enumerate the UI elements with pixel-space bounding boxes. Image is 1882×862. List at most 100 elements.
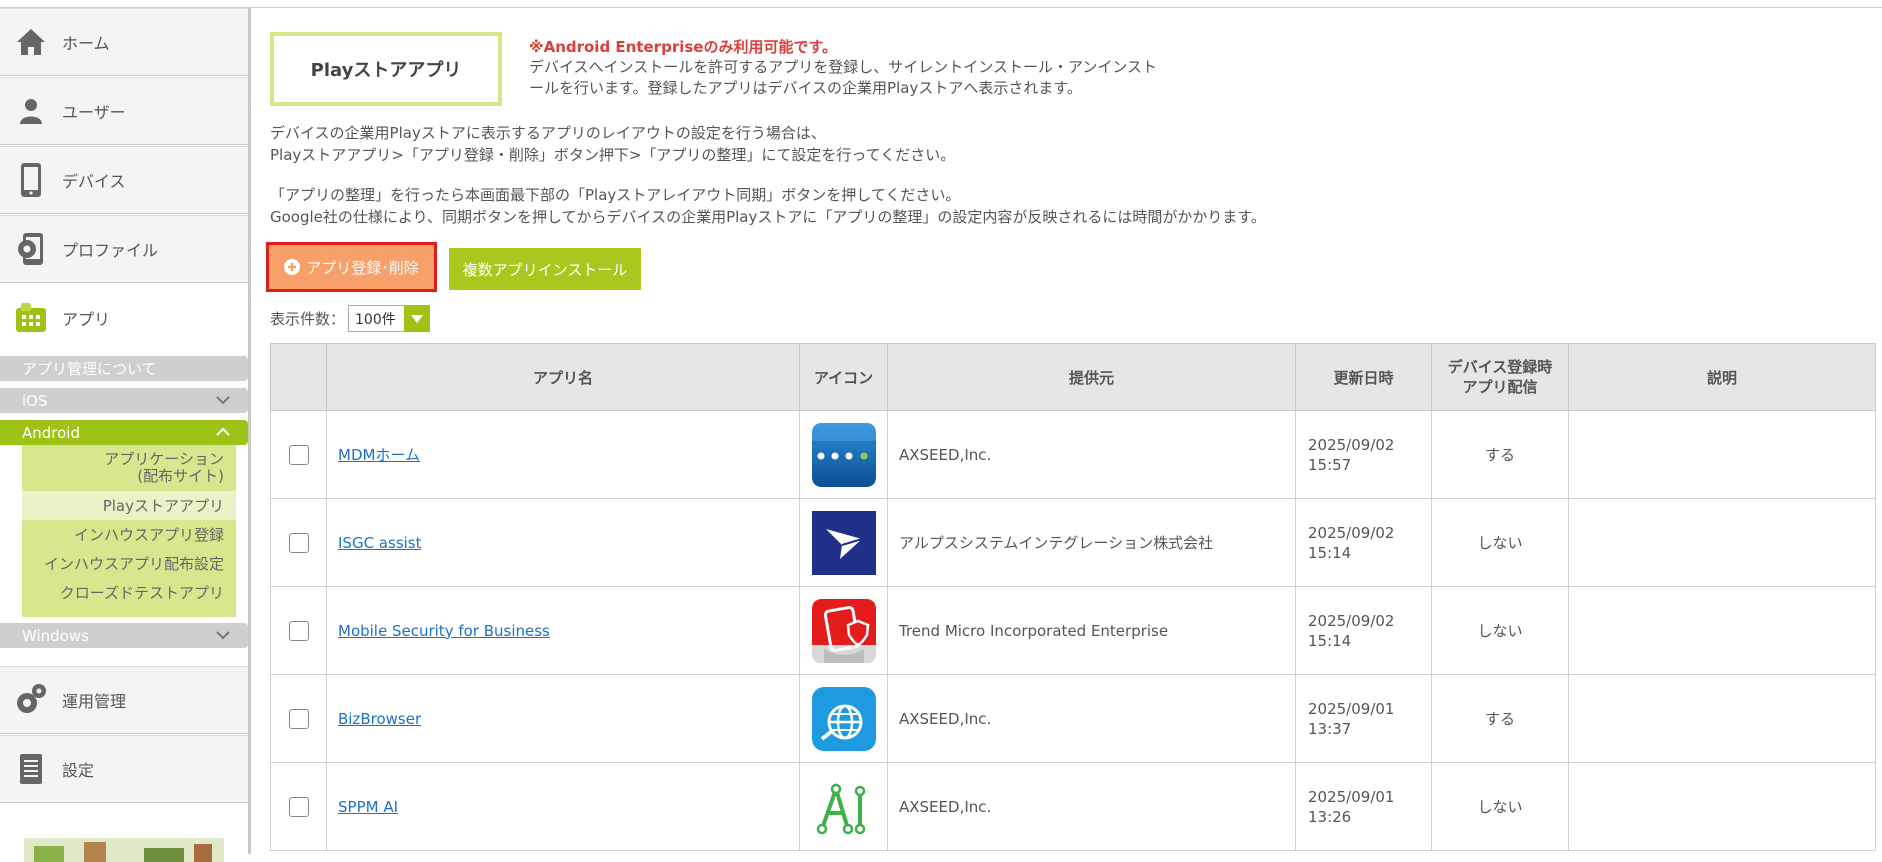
updated-cell: 2025/09/02 15:14 <box>1295 498 1432 587</box>
app-name-link[interactable]: ISGC assist <box>327 534 422 552</box>
promo-banner[interactable] <box>24 838 224 862</box>
sidebar-item-label: 運用管理 <box>62 692 127 711</box>
app-table: アプリ名 アイコン 提供元 更新日時 デバイス登録時 アプリ配信 説明 MDMホ… <box>270 343 1876 851</box>
app-name-link[interactable]: MDMホーム <box>327 446 420 464</box>
sidebar-divider <box>248 8 251 854</box>
updated-time: 15:14 <box>1308 631 1352 650</box>
row-checkbox[interactable] <box>288 796 309 817</box>
sidebar-link-distribution-site[interactable]: アプリケーション (配布サイト) <box>22 445 236 491</box>
sidebar-item-label: ホーム <box>62 34 110 53</box>
description-cell <box>1568 586 1876 675</box>
updated-date: 2025/09/01 <box>1308 699 1395 718</box>
sidebar-link-inhouse-register[interactable]: インハウスアプリ登録 <box>22 520 236 549</box>
user-icon <box>0 77 62 145</box>
sync-guide-paragraph: 「アプリの整理」を行ったら本画面最下部の「Playストアレイアウト同期」ボタンを… <box>270 184 1266 228</box>
multi-app-install-button[interactable]: 複数アプリインストール <box>449 248 641 290</box>
header-description: 説明 <box>1568 343 1876 411</box>
table-row: MDMホーム AXSEED,Inc. 2025/09/02 15:57 する <box>270 410 1876 499</box>
header-checkbox-column <box>270 343 327 411</box>
deploy-cell: する <box>1431 674 1569 763</box>
main-content: Playストアアプリ ※Android Enterpriseのみ利用可能です。 … <box>266 8 1882 854</box>
paragraph-line: Playストアアプリ>「アプリ登録・削除」ボタン押下>「アプリの整理」にて設定を… <box>270 146 956 164</box>
android-submenu: アプリケーション (配布サイト) Playストアアプリ インハウスアプリ登録 イ… <box>22 445 236 617</box>
updated-cell: 2025/09/01 13:37 <box>1295 674 1432 763</box>
sidebar-sub-about[interactable]: アプリ管理について <box>0 356 248 381</box>
sidebar-item-operations[interactable]: 運用管理 <box>0 666 248 734</box>
home-icon <box>0 8 62 76</box>
deploy-cell: しない <box>1431 498 1569 587</box>
page-title: Playストアアプリ <box>270 32 502 106</box>
description-cell <box>1568 498 1876 587</box>
vendor-cell: AXSEED,Inc. <box>887 410 1296 499</box>
sidebar-sub-android-label: Android <box>22 423 80 442</box>
table-row: BizBrowser AXSEED,Inc. 2025/09/01 13:37 … <box>270 674 1876 763</box>
sppm-ai-app-icon <box>811 774 876 839</box>
vendor-cell: アルプスシステムインテグレーション株式会社 <box>887 498 1296 587</box>
mdm-home-app-icon <box>811 422 876 487</box>
profile-gear-icon <box>0 215 62 283</box>
sidebar-sub-ios[interactable]: iOS <box>0 388 248 413</box>
sidebar-item-profiles[interactable]: プロファイル <box>0 215 248 283</box>
row-checkbox[interactable] <box>288 444 309 465</box>
display-count-label: 表示件数： <box>270 310 346 328</box>
updated-cell: 2025/09/02 15:57 <box>1295 410 1432 499</box>
sidebar-item-label: デバイス <box>62 172 126 191</box>
updated-time: 13:37 <box>1308 719 1352 738</box>
sidebar-link-closed-test[interactable]: クローズドテストアプリ <box>22 578 236 607</box>
header-icon: アイコン <box>799 343 888 411</box>
row-checkbox[interactable] <box>288 532 309 553</box>
display-count-select[interactable]: 100件 <box>348 305 430 332</box>
description-cell <box>1568 762 1876 851</box>
app-name-link[interactable]: SPPM AI <box>327 798 398 816</box>
paragraph-line: Google社の仕様により、同期ボタンを押してからデバイスの企業用Playストア… <box>270 208 1266 226</box>
document-icon <box>0 735 62 803</box>
chevron-down-icon <box>216 396 230 405</box>
header-deploy: デバイス登録時 アプリ配信 <box>1431 343 1569 411</box>
updated-date: 2025/09/02 <box>1308 435 1395 454</box>
gears-icon <box>0 666 62 734</box>
vendor-cell: Trend Micro Incorporated Enterprise <box>887 586 1296 675</box>
description-line: デバイスへインストールを許可するアプリを登録し、サイレントインストール・アンイン… <box>529 58 1158 76</box>
updated-time: 15:14 <box>1308 543 1352 562</box>
sidebar-sub-android[interactable]: Android <box>0 420 248 445</box>
sidebar-item-label: ユーザー <box>62 103 126 122</box>
updated-date: 2025/09/02 <box>1308 523 1395 542</box>
page-description: デバイスへインストールを許可するアプリを登録し、サイレントインストール・アンイン… <box>529 57 1169 99</box>
deploy-cell: する <box>1431 410 1569 499</box>
register-delete-app-button[interactable]: アプリ登録･削除 <box>266 242 437 292</box>
deploy-cell: しない <box>1431 762 1569 851</box>
sidebar-item-label: プロファイル <box>62 241 159 260</box>
table-row: Mobile Security for Business Trend Micro… <box>270 586 1876 675</box>
paragraph-line: デバイスの企業用Playストアに表示するアプリのレイアウトの設定を行う場合は、 <box>270 124 826 142</box>
sidebar-item-devices[interactable]: デバイス <box>0 146 248 214</box>
chevron-up-icon <box>216 427 230 436</box>
sidebar-item-users[interactable]: ユーザー <box>0 77 248 145</box>
app-name-link[interactable]: Mobile Security for Business <box>327 622 550 640</box>
sidebar: ホーム ユーザー デバイス プロファイル アプリ アプリ管理について iOS A… <box>0 8 248 862</box>
smartphone-icon <box>0 146 62 214</box>
sidebar-sub-windows[interactable]: Windows <box>0 623 248 648</box>
updated-time: 15:57 <box>1308 455 1352 474</box>
vendor-cell: AXSEED,Inc. <box>887 762 1296 851</box>
sidebar-link-inhouse-distribution[interactable]: インハウスアプリ配布設定 <box>22 549 236 578</box>
vendor-cell: AXSEED,Inc. <box>887 674 1296 763</box>
app-name-link[interactable]: BizBrowser <box>327 710 421 728</box>
mobile-security-app-icon <box>811 598 876 663</box>
description-cell <box>1568 674 1876 763</box>
header-deploy-line: デバイス登録時 <box>1447 358 1553 376</box>
sidebar-link-playstore-apps[interactable]: Playストアアプリ <box>22 491 236 520</box>
description-cell <box>1568 410 1876 499</box>
app-icon <box>0 284 62 352</box>
sidebar-sub-about-label: アプリ管理について <box>22 360 157 378</box>
sidebar-item-label: 設定 <box>62 761 95 780</box>
sidebar-item-home[interactable]: ホーム <box>0 8 248 76</box>
sidebar-item-apps[interactable]: アプリ <box>0 292 248 344</box>
display-count-value: 100件 <box>355 311 396 328</box>
updated-date: 2025/09/01 <box>1308 787 1395 806</box>
table-row: SPPM AI AXSEED,Inc. 2025/09/01 13:26 しない <box>270 762 1876 851</box>
row-checkbox[interactable] <box>288 620 309 641</box>
row-checkbox[interactable] <box>288 708 309 729</box>
table-header-row: アプリ名 アイコン 提供元 更新日時 デバイス登録時 アプリ配信 説明 <box>270 343 1876 411</box>
sidebar-item-settings[interactable]: 設定 <box>0 735 248 803</box>
sidebar-sub-ios-label: iOS <box>22 391 48 410</box>
